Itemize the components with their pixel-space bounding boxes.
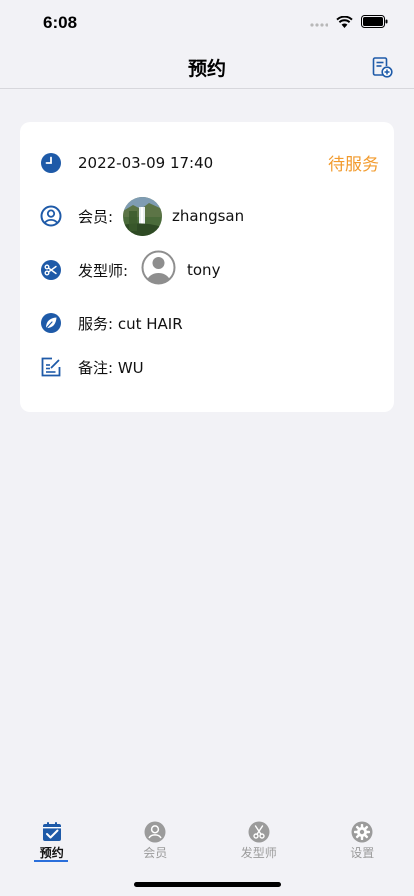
scissors-tab-icon — [248, 821, 270, 843]
note-value: WU — [117, 358, 144, 377]
page-title: 预约 — [187, 58, 226, 80]
status-icons — [310, 15, 388, 28]
scissors-icon — [41, 260, 61, 280]
note-label: 备注: — [78, 358, 114, 377]
stylist-label: 发型师: — [78, 261, 129, 280]
member-row: 会员: zhangsan — [20, 196, 394, 236]
service-value: cut HAIR — [117, 314, 183, 333]
service-label: 服务: — [78, 314, 114, 333]
stylist-avatar — [141, 250, 176, 285]
member-icon — [40, 205, 62, 227]
status-time: 6:08 — [43, 13, 78, 32]
datetime-row: 2022-03-09 17:40 — [20, 143, 394, 183]
edit-note-icon — [41, 357, 61, 377]
member-avatar-image — [123, 197, 162, 236]
cellular-signal-icon — [310, 22, 328, 27]
tab-member-label: 会员 — [143, 846, 168, 860]
member-avatar — [123, 197, 162, 236]
note-row: 备注: WU — [20, 347, 394, 387]
calendar-check-icon — [42, 822, 61, 841]
battery-icon — [361, 15, 388, 28]
wifi-icon — [336, 15, 353, 28]
tab-appointment-label: 预约 — [39, 846, 64, 860]
stylist-name: tony — [187, 261, 221, 279]
active-tab-indicator — [34, 860, 68, 862]
service-text: 服务: cut HAIR — [78, 313, 183, 334]
service-row: 服务: cut HAIR — [20, 303, 394, 343]
note-text: 备注: WU — [78, 357, 144, 378]
appointment-card[interactable]: 待服务 2022-03-09 17:40 会员: zhangsan 发型师: t… — [20, 122, 394, 412]
leaf-icon — [41, 313, 61, 333]
stylist-avatar-placeholder-icon — [141, 250, 176, 285]
tab-appointment[interactable]: 预约 — [0, 808, 104, 896]
tab-stylist-label: 发型师 — [240, 846, 277, 860]
home-indicator[interactable] — [134, 882, 281, 887]
tab-settings[interactable]: 设置 — [311, 808, 414, 896]
navigation-bar: 预约 — [0, 46, 414, 89]
member-label: 会员: — [78, 207, 114, 226]
add-appointment-icon[interactable] — [371, 56, 393, 78]
status-bar: 6:08 — [0, 0, 414, 46]
member-tab-icon — [144, 821, 166, 843]
gear-icon — [351, 821, 373, 843]
member-name: zhangsan — [172, 207, 245, 225]
appointment-datetime: 2022-03-09 17:40 — [78, 154, 214, 172]
stylist-row: 发型师: tony — [20, 250, 394, 290]
tab-settings-label: 设置 — [350, 846, 375, 860]
clock-icon — [41, 153, 61, 173]
